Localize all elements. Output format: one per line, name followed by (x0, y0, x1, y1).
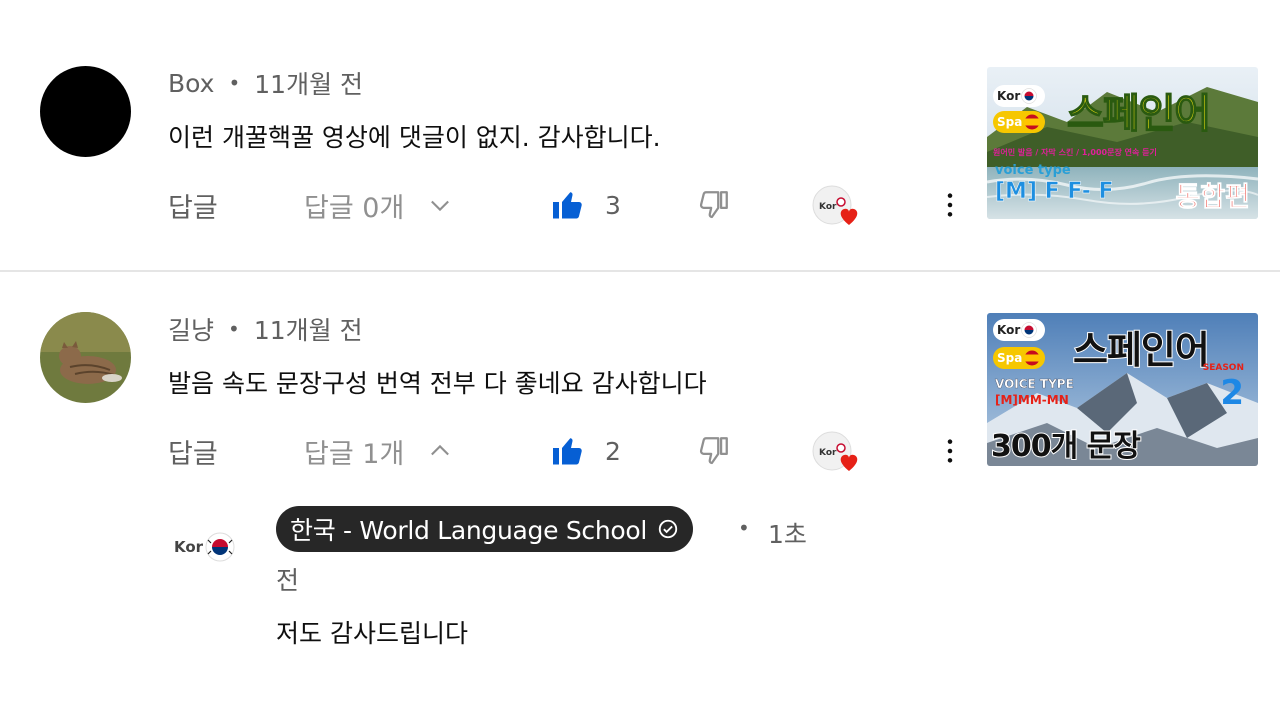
reply-text: 저도 감사드립니다 (276, 619, 468, 648)
korea-flag-icon (1021, 88, 1037, 104)
creator-heart-badge: Kor (812, 427, 864, 475)
reply-thread: Kor 한국 - World Language School • 1초 전 저도… (0, 502, 1280, 652)
avatar[interactable] (40, 66, 131, 157)
logo-text-bottom: Spa (997, 351, 1023, 365)
thumbnail-badge: 통합편 (1175, 182, 1250, 214)
thumbs-up-icon (553, 438, 582, 465)
comment-actions: 답글 답글 0개 3 Kor (0, 181, 980, 229)
more-vert-icon (947, 193, 953, 217)
season-number: 2 (1220, 373, 1244, 413)
video-thumbnail[interactable]: Kor Spa 스페인어 SEASON 2 VOICE TYPE [M]MM-M… (987, 313, 1258, 466)
like-count: 3 (605, 190, 621, 220)
svg-text:Kor: Kor (819, 448, 837, 458)
logo-text-top: Kor (997, 89, 1021, 103)
like-button[interactable] (550, 181, 586, 229)
like-count: 2 (605, 436, 621, 466)
view-replies-button[interactable]: 답글 0개 (304, 181, 454, 229)
reply-avatar-text: Kor (174, 538, 204, 556)
comment-text: 이런 개꿀핵꿀 영상에 댓글이 없지. 감사합니다. (168, 123, 661, 152)
thumbs-down-icon (699, 191, 728, 219)
comment-time[interactable]: 11개월 전 (254, 311, 363, 347)
chevron-up-icon (431, 444, 450, 456)
comment-actions: 답글 답글 1개 2 Kor (0, 427, 980, 475)
spain-flag-icon (1024, 350, 1040, 366)
comment-author[interactable]: Box (168, 69, 214, 98)
svg-text:Kor: Kor (819, 202, 837, 212)
chevron-down-icon (431, 200, 450, 212)
comment-author[interactable]: 길냥 (168, 311, 214, 347)
logo-text-top: Kor (997, 323, 1021, 337)
voice-type-label: VOICE TYPE (995, 377, 1074, 391)
replies-label: 답글 1개 (304, 438, 405, 470)
more-actions-button[interactable] (934, 181, 966, 229)
reply-button[interactable]: 답글 (168, 427, 218, 475)
thumbs-up-icon (553, 192, 582, 219)
season-label: SEASON (1202, 363, 1244, 373)
more-vert-icon (947, 439, 953, 463)
hide-replies-button[interactable]: 답글 1개 (304, 427, 454, 475)
spain-flag-icon (1024, 114, 1040, 130)
thumbnail-subtitle: 원어민 발음 / 자막 스킨 / 1,000문장 연속 듣기 (993, 148, 1157, 157)
meta-separator: • (228, 317, 240, 341)
cat-avatar-image (40, 312, 131, 403)
channel-logo: Kor Spa (993, 319, 1045, 373)
video-thumbnail[interactable]: Kor Spa 스페인어 원어민 발음 / 자막 스킨 / 1,000문장 연속… (987, 67, 1258, 219)
more-actions-button[interactable] (934, 427, 966, 475)
dislike-button[interactable] (697, 181, 731, 229)
comment-meta: 길냥 • 11개월 전 (168, 312, 363, 346)
korea-flag-icon (1021, 322, 1037, 338)
reply-button[interactable]: 답글 (168, 181, 218, 229)
comment-meta: Box • 11개월 전 (168, 66, 363, 100)
creator-heart-badge: Kor (812, 181, 864, 229)
thumbs-down-icon (699, 437, 728, 465)
avatar[interactable] (40, 312, 131, 403)
voice-type-value: [M] F F- F (995, 179, 1114, 205)
dislike-button[interactable] (697, 427, 731, 475)
thumbnail-badge: 300개 문장 (990, 428, 1142, 465)
voice-type-value: [M]MM-MN (995, 393, 1069, 407)
comment-2: 길냥 • 11개월 전 발음 속도 문장구성 번역 전부 다 좋네요 감사합니다… (0, 272, 1280, 720)
logo-text-bottom: Spa (997, 115, 1023, 129)
meta-separator: • (228, 71, 241, 95)
like-button[interactable] (550, 427, 586, 475)
reply-time[interactable]: 1초 전 (276, 512, 836, 595)
thumbnail-title: 스페인어 (1072, 327, 1211, 373)
replies-label: 답글 0개 (304, 192, 405, 224)
reply-avatar[interactable]: Kor (168, 522, 238, 572)
comment-time[interactable]: 11개월 전 (254, 65, 363, 101)
comment-text: 발음 속도 문장구성 번역 전부 다 좋네요 감사합니다 (168, 369, 707, 398)
comment-1: Box • 11개월 전 이런 개꿀핵꿀 영상에 댓글이 없지. 감사합니다. … (0, 0, 1280, 270)
voice-type-label: voice type (995, 163, 1071, 178)
thumbnail-title: 스페인어 (1066, 90, 1212, 138)
creator-heart-icon: Kor (812, 431, 858, 471)
channel-logo: Kor Spa (993, 85, 1045, 149)
korea-flag-icon (205, 532, 235, 562)
creator-heart-icon: Kor (812, 185, 858, 225)
